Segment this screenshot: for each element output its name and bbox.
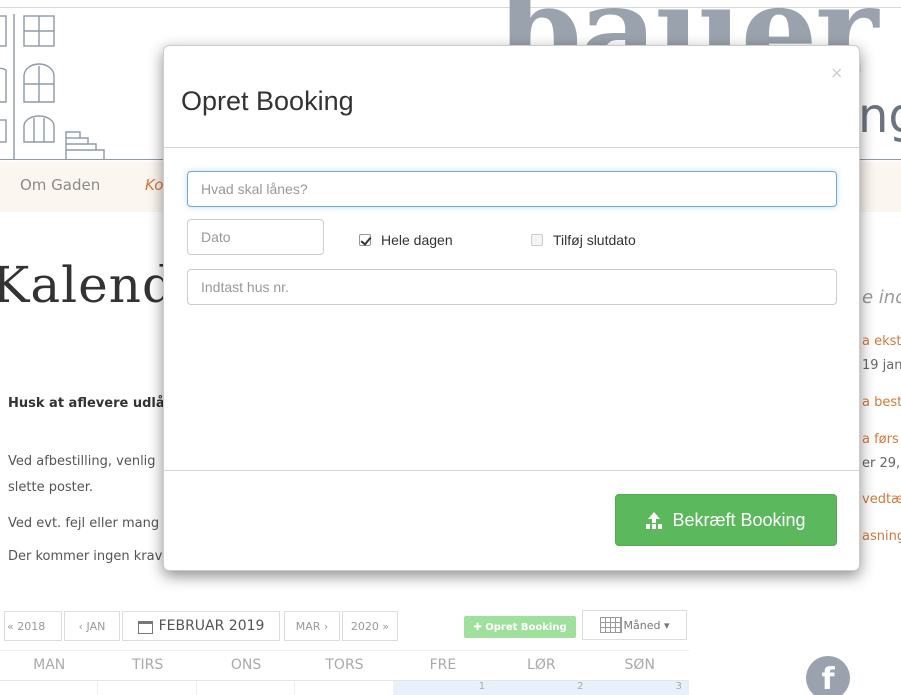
end-date-label: Tilføj slutdato [553, 232, 636, 248]
confirm-booking-label: Bekræft Booking [672, 509, 806, 530]
upload-icon [646, 512, 662, 528]
date-input[interactable]: Dato [187, 219, 324, 255]
close-icon[interactable]: × [830, 63, 843, 82]
house-number-input[interactable]: Indtast hus nr. [187, 269, 837, 305]
modal-title: Opret Booking [181, 86, 354, 116]
all-day-checkbox[interactable]: Hele dagen [359, 232, 453, 248]
all-day-label: Hele dagen [381, 232, 453, 248]
modal-footer-divider [164, 470, 859, 471]
checkbox-checked-icon[interactable] [359, 234, 371, 246]
confirm-booking-button[interactable]: Bekræft Booking [615, 494, 837, 546]
end-date-checkbox[interactable]: Tilføj slutdato [531, 232, 636, 248]
item-input[interactable]: Hvad skal lånes? [187, 171, 837, 207]
booking-modal: Opret Booking × Hvad skal lånes? Dato He… [163, 45, 860, 571]
modal-header: Opret Booking × [164, 46, 859, 148]
checkbox-unchecked-icon[interactable] [531, 234, 543, 246]
